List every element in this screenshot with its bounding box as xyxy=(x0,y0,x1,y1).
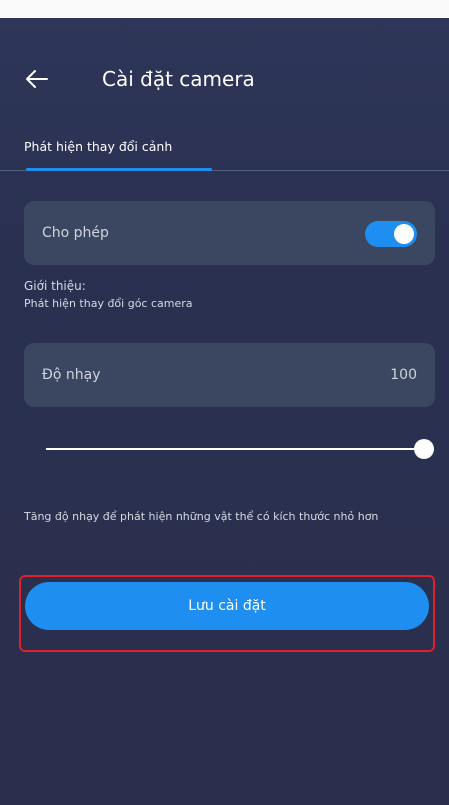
arrow-left-icon xyxy=(26,70,48,88)
slider-track xyxy=(46,448,424,450)
allow-label: Cho phép xyxy=(42,225,109,241)
slider-thumb[interactable] xyxy=(414,439,434,459)
allow-toggle[interactable] xyxy=(365,221,417,247)
allow-setting-card: Cho phép xyxy=(24,201,435,265)
toggle-knob xyxy=(394,224,414,244)
intro-label: Giới thiệu: xyxy=(24,279,86,293)
save-settings-button[interactable]: Lưu cài đặt xyxy=(25,582,429,630)
intro-text: Phát hiện thay đổi góc camera xyxy=(24,297,193,310)
tab-scene-change[interactable]: Phát hiện thay đổi cảnh xyxy=(24,138,172,156)
camera-settings-screen: Cài đặt camera Phát hiện thay đổi cảnh C… xyxy=(0,18,449,805)
sensitivity-hint: Tăng độ nhạy để phát hiện những vật thể … xyxy=(24,510,379,523)
sensitivity-card: Độ nhạy 100 xyxy=(24,343,435,407)
sensitivity-label: Độ nhạy xyxy=(42,367,101,383)
sensitivity-value: 100 xyxy=(390,367,417,383)
status-bar xyxy=(0,0,449,18)
sensitivity-slider[interactable] xyxy=(46,438,434,460)
page-title: Cài đặt camera xyxy=(102,67,255,91)
active-tab-indicator xyxy=(26,168,212,171)
back-button[interactable] xyxy=(22,64,52,94)
